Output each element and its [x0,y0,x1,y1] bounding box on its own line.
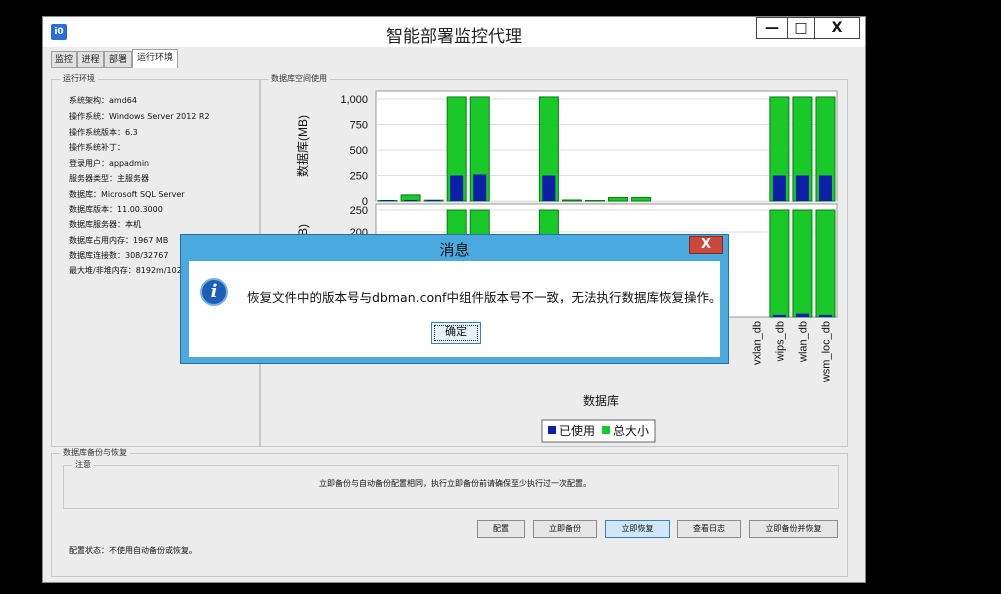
bar-used [795,313,809,317]
bar-used [772,314,786,317]
x-tick-label: vxlan_db [751,321,763,365]
tab-deploy[interactable]: 部署 [104,51,132,68]
info-line: 操作系统补丁： [69,143,125,152]
dialog-message: 恢复文件中的版本号与dbman.conf中组件版本号不一致，无法执行数据库恢复操… [247,290,722,305]
backup-now-button[interactable]: 立即备份 [533,520,597,538]
legend-label-used: 已使用 [559,423,595,438]
bar-used [473,174,487,201]
configure-button[interactable]: 配置 [477,520,525,538]
x-axis-label: 数据库 [583,393,619,408]
bar-used [818,314,832,317]
x-tick-label: wips_db [774,321,786,362]
info-line: 登录用户：appadmin [69,159,150,168]
bar-total [769,209,790,318]
backup-and-restore-button[interactable]: 立即备份并恢复 [749,520,838,538]
message-dialog: 消息 X i 恢复文件中的版本号与dbman.conf中组件版本号不一致，无法执… [180,234,729,364]
ok-button[interactable]: 确定 [431,322,481,344]
view-log-button[interactable]: 查看日志 [677,520,741,538]
close-button[interactable]: X [814,17,860,39]
x-tick-label: wsm_loc_db [820,321,832,383]
bar-used [542,175,556,201]
y-axis-label: 数据库(MB) [295,115,310,177]
minimize-button[interactable]: — [756,17,788,39]
bar-used [381,200,395,201]
bar-used [772,175,786,201]
bar-total [631,196,652,202]
info-line: 数据库连接数：308/32767 [69,251,169,260]
y-tick-label: 250 [350,171,368,183]
note-group-title: 注意 [72,459,94,470]
bar-used [404,199,418,201]
bar-total [584,199,605,202]
info-line: 操作系统版本：6.3 [69,128,138,137]
tab-process[interactable]: 进程 [77,51,104,68]
backup-group-title: 数据库备份与恢复 [60,447,130,458]
info-line: 数据库服务器：本机 [69,220,141,229]
info-icon: i [200,278,228,306]
tab-monitor[interactable]: 监控 [51,51,77,68]
info-line: 服务器类型：主服务器 [69,174,149,183]
title-bar: i0 智能部署监控代理 — □ X [43,17,865,47]
legend-label-total: 总大小 [613,424,649,438]
info-line: 数据库版本：11.00.3000 [69,205,163,214]
dialog-title: 消息 [439,241,470,259]
maximize-button[interactable]: □ [787,17,815,39]
info-line: 系统架构：amd64 [69,96,137,105]
y-tick-label: 250 [350,205,368,217]
config-status: 配置状态：不使用自动备份或恢复。 [69,546,197,555]
bar-used [818,175,832,201]
bar-total [608,196,629,202]
bar-used [427,200,441,201]
legend-swatch-total [602,426,610,434]
bar-total [561,199,582,202]
window-title: 智能部署监控代理 [386,27,522,47]
info-line: 最大堆/非堆内存：8192m/1024 [69,266,187,275]
bar-used [450,175,464,201]
dialog-body: i 恢复文件中的版本号与dbman.conf中组件版本号不一致，无法执行数据库恢… [189,261,722,357]
y-tick-label: 1,000 [340,94,368,106]
runtime-group-title: 运行环境 [60,73,98,84]
restore-now-button[interactable]: 立即恢复 [605,520,670,538]
top-plot-area [375,90,838,202]
dialog-close-button[interactable]: X [689,236,723,254]
legend-swatch-used [548,426,556,434]
note-text: 立即备份与自动备份配置相同，执行立即备份前请确保至少执行过一次配置。 [319,479,591,488]
info-line: 操作系统：Windows Server 2012 R2 [69,112,210,121]
info-line: 数据库：Microsoft SQL Server [69,190,185,199]
y-tick-label: 500 [350,145,368,157]
bar-total [815,209,836,318]
x-tick-label: wlan_db [797,321,809,363]
info-line: 数据库占用内存：1967 MB [69,236,169,245]
tab-runtime[interactable]: 运行环境 [132,49,178,68]
y-tick-label: 750 [350,120,368,132]
bar-total [792,209,813,318]
bar-used [795,175,809,201]
